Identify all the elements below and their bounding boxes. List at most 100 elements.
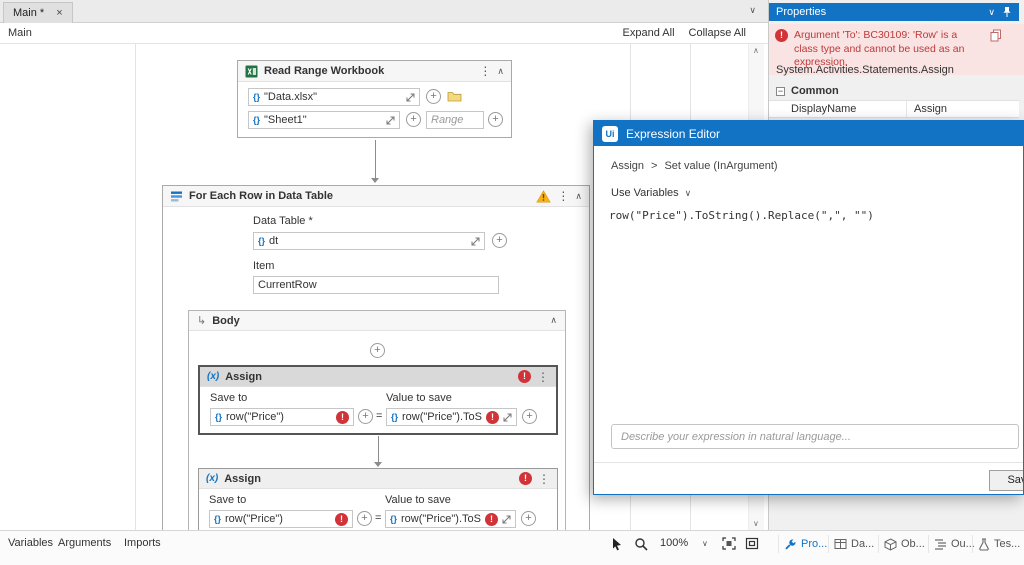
- assign-header[interactable]: (x) Assign ! ⋮: [199, 469, 557, 489]
- expand-editor-icon[interactable]: [406, 93, 415, 102]
- error-icon: !: [486, 410, 499, 424]
- error-icon: !: [518, 370, 531, 383]
- tab-main-label: Main *: [13, 7, 45, 19]
- menu-dots-icon[interactable]: ⋮: [537, 370, 549, 384]
- read-range-header[interactable]: Read Range Workbook ⋮ ∧: [238, 61, 511, 82]
- body-arrow-icon: ↳: [197, 315, 207, 327]
- properties-header[interactable]: Properties ∨: [769, 3, 1019, 21]
- expand-editor-icon[interactable]: [503, 413, 512, 422]
- braces-icon: {}: [253, 92, 261, 102]
- body-label: Body: [212, 314, 240, 327]
- panel-tab-test[interactable]: Tes...: [972, 535, 1024, 553]
- add-variable-button[interactable]: +: [492, 233, 507, 248]
- equals-sign: =: [375, 512, 382, 524]
- menu-dots-icon[interactable]: ⋮: [557, 189, 569, 203]
- add-variable-button[interactable]: +: [522, 409, 537, 424]
- tab-list-chevron-icon[interactable]: ∨: [749, 5, 756, 16]
- equals-sign: =: [376, 410, 383, 422]
- data-table-value: dt: [269, 235, 279, 247]
- activity-read-range[interactable]: Read Range Workbook ⋮ ∧ {} "Data.xlsx" +…: [237, 60, 512, 138]
- add-activity-button[interactable]: +: [370, 343, 385, 358]
- common-section-header[interactable]: − Common: [776, 85, 839, 97]
- displayname-row[interactable]: DisplayName Assign: [769, 100, 1019, 118]
- scroll-up-icon[interactable]: ∧: [753, 46, 759, 55]
- data-table-field[interactable]: {} dt: [253, 232, 485, 250]
- flask-icon: [979, 537, 989, 551]
- braces-icon: {}: [215, 412, 223, 422]
- collapse-chevron-icon[interactable]: ∧: [497, 66, 504, 77]
- file-path-value: "Data.xlsx": [264, 91, 318, 103]
- tab-main[interactable]: Main * ×: [3, 2, 73, 23]
- menu-dots-icon[interactable]: ⋮: [479, 64, 491, 78]
- assign-header[interactable]: (x) Assign ! ⋮: [200, 367, 556, 387]
- collapse-chevron-icon[interactable]: ∧: [550, 315, 557, 326]
- dialog-titlebar[interactable]: Ui Expression Editor: [594, 121, 1023, 146]
- activity-assign-1[interactable]: (x) Assign ! ⋮ Save to Value to save {} …: [198, 365, 558, 435]
- body-header[interactable]: ↳ Body ∧: [189, 311, 565, 331]
- pointer-icon[interactable]: [610, 537, 623, 556]
- add-variable-button[interactable]: +: [357, 511, 372, 526]
- body-container[interactable]: ↳ Body ∧ + (x) Assign ! ⋮ Save to Value …: [188, 310, 566, 530]
- canvas-actions: Expand All Collapse All: [623, 27, 746, 39]
- add-variable-button[interactable]: +: [358, 409, 373, 424]
- expand-editor-icon[interactable]: [471, 237, 480, 246]
- error-icon: !: [519, 472, 532, 485]
- add-variable-button[interactable]: +: [488, 112, 503, 127]
- save-button[interactable]: Save: [989, 470, 1023, 491]
- copy-icon[interactable]: [990, 29, 1002, 42]
- browse-folder-icon[interactable]: [447, 89, 462, 107]
- activity-for-each[interactable]: For Each Row in Data Table ⋮ ∧ Data Tabl…: [162, 185, 590, 530]
- displayname-value[interactable]: Assign: [906, 101, 1019, 117]
- arguments-tab[interactable]: Arguments: [58, 537, 111, 549]
- tab-close-icon[interactable]: ×: [56, 7, 62, 19]
- expand-editor-icon[interactable]: [386, 116, 395, 125]
- uipath-logo: Ui: [602, 125, 618, 142]
- file-path-field[interactable]: {} "Data.xlsx": [248, 88, 420, 106]
- expression-text[interactable]: row("Price").ToString().Replace(",", ""): [609, 209, 874, 222]
- variables-tab[interactable]: Variables: [8, 537, 53, 549]
- panel-tab-data[interactable]: Da...: [828, 535, 879, 553]
- expression-editor-dialog[interactable]: Ui Expression Editor Assign > Set value …: [593, 120, 1024, 495]
- value-to-save-field[interactable]: {} row("Price").ToStrin !: [386, 408, 517, 426]
- value-to-save-label: Value to save: [386, 392, 452, 404]
- collapse-chevron-icon[interactable]: ∧: [575, 191, 582, 202]
- fit-to-screen-icon[interactable]: [722, 537, 736, 555]
- error-icon: !: [775, 29, 788, 42]
- braces-icon: {}: [391, 412, 399, 422]
- collapse-all-button[interactable]: Collapse All: [689, 27, 746, 39]
- zoom-level[interactable]: 100%: [660, 537, 688, 549]
- sheet-name-field[interactable]: {} "Sheet1": [248, 111, 400, 129]
- value-to-save-field[interactable]: {} row("Price").ToStrin !: [385, 510, 516, 528]
- zoom-selection-icon[interactable]: [745, 537, 759, 555]
- save-to-field[interactable]: {} row("Price") !: [210, 408, 354, 426]
- warning-icon[interactable]: [536, 189, 552, 203]
- imports-tab[interactable]: Imports: [124, 537, 161, 549]
- dialog-title: Expression Editor: [626, 126, 721, 141]
- add-variable-button[interactable]: +: [521, 511, 536, 526]
- status-bar: Variables Arguments Imports 100% ∨ Pro..…: [0, 530, 1024, 565]
- add-variable-button[interactable]: +: [426, 89, 441, 104]
- scroll-down-icon[interactable]: ∨: [753, 519, 759, 528]
- range-field[interactable]: Range: [426, 111, 484, 129]
- add-variable-button[interactable]: +: [406, 112, 421, 127]
- expand-all-button[interactable]: Expand All: [623, 27, 675, 39]
- activity-assign-2[interactable]: (x) Assign ! ⋮ Save to Value to save {} …: [198, 468, 558, 530]
- item-field[interactable]: CurrentRow: [253, 276, 499, 294]
- value-to-save-value: row("Price").ToStrin: [402, 411, 482, 423]
- save-to-label: Save to: [210, 392, 248, 404]
- zoom-icon[interactable]: [634, 537, 648, 556]
- expand-editor-icon[interactable]: [502, 515, 511, 524]
- chevron-down-icon[interactable]: ∨: [988, 7, 995, 18]
- value-to-save-label: Value to save: [385, 494, 451, 506]
- panel-tab-properties[interactable]: Pro...: [778, 535, 832, 553]
- menu-dots-icon[interactable]: ⋮: [538, 472, 550, 486]
- pin-icon[interactable]: [1002, 6, 1012, 18]
- nl-input[interactable]: [611, 424, 1019, 449]
- panel-tab-object-repository[interactable]: Ob...: [878, 535, 930, 553]
- use-variables-dropdown[interactable]: Use Variables ∨: [611, 187, 691, 199]
- breadcrumb-main[interactable]: Main: [8, 27, 32, 39]
- save-to-field[interactable]: {} row("Price") !: [209, 510, 353, 528]
- for-each-header[interactable]: For Each Row in Data Table ⋮ ∧: [163, 186, 589, 207]
- collapse-box-icon[interactable]: −: [776, 86, 785, 96]
- zoom-chevron-icon[interactable]: ∨: [702, 539, 708, 548]
